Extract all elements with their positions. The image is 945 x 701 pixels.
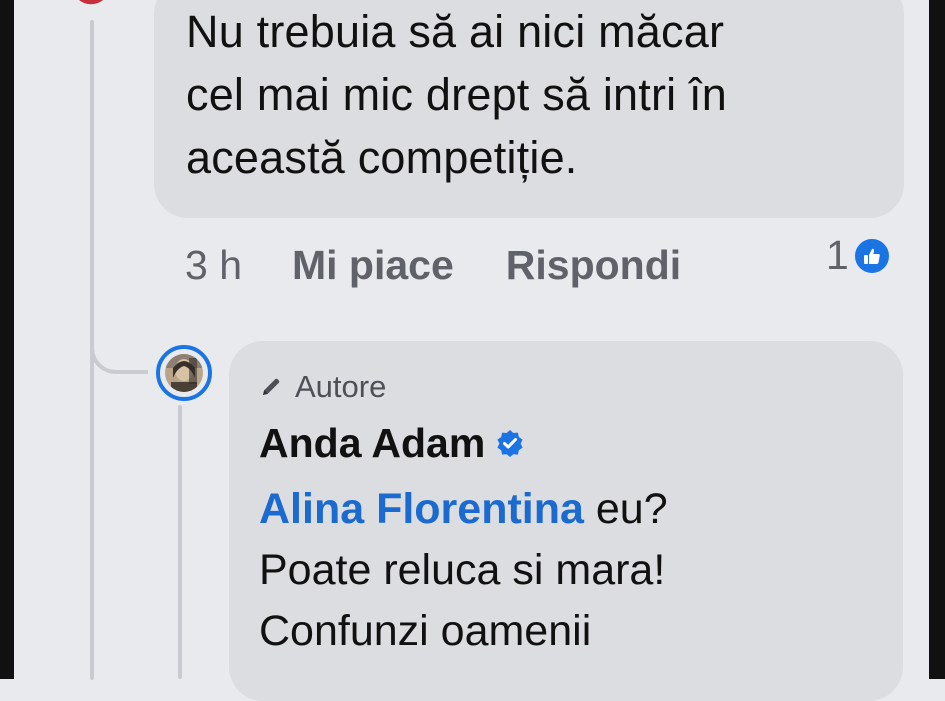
- comment-bubble: Nu trebuia să ai nici măcar cel mai mic …: [154, 0, 904, 218]
- reply-button[interactable]: Rispondi: [506, 242, 681, 289]
- comment-actions: 3 h Mi piace Rispondi: [185, 238, 681, 292]
- author-avatar[interactable]: [156, 345, 212, 401]
- reply-line: Confunzi oamenii: [259, 607, 592, 655]
- comment-line: cel mai mic drept să intri în: [186, 69, 727, 120]
- author-name-row: Anda Adam: [259, 419, 873, 467]
- comment-timestamp[interactable]: 3 h: [185, 242, 242, 289]
- reply-thread-line: [178, 405, 182, 679]
- author-badge: Autore: [259, 367, 873, 407]
- right-screen-edge: [929, 0, 945, 679]
- reaction-summary[interactable]: 1: [826, 232, 891, 279]
- left-screen-edge: [0, 0, 14, 679]
- comment-text: Nu trebuia să ai nici măcar cel mai mic …: [186, 0, 874, 189]
- like-button[interactable]: Mi piace: [292, 242, 454, 289]
- pencil-icon: [259, 375, 283, 399]
- reply-bubble: Autore Anda Adam Alina Florentina eu? Po…: [229, 341, 903, 701]
- author-badge-label: Autore: [295, 369, 387, 404]
- reply-text: Alina Florentina eu? Poate reluca si mar…: [259, 479, 873, 662]
- verified-badge-icon: [495, 428, 525, 458]
- comment-line: Nu trebuia să ai nici măcar: [186, 6, 725, 57]
- author-name[interactable]: Anda Adam: [259, 420, 485, 467]
- reply-first-line: Alina Florentina eu?: [259, 479, 873, 540]
- reaction-count: 1: [826, 232, 849, 278]
- like-reaction-icon: [852, 236, 891, 275]
- reply-connector-elbow: [90, 320, 148, 374]
- comment-line: această competiție.: [186, 132, 578, 183]
- previous-commenter-avatar[interactable]: [62, 0, 120, 12]
- author-avatar-photo: [165, 354, 203, 392]
- mention-link[interactable]: Alina Florentina: [259, 485, 584, 533]
- reply-line: Poate reluca si mara!: [259, 546, 666, 594]
- reply-line: eu?: [583, 485, 668, 533]
